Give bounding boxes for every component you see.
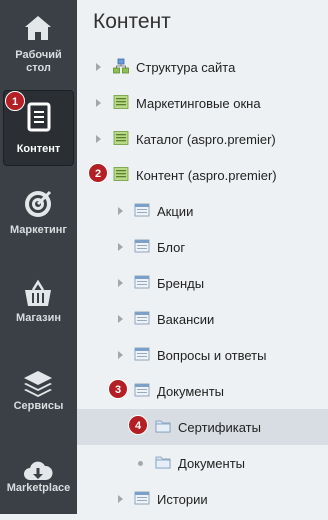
iblock-icon: [134, 239, 150, 253]
panel-title: Контент: [93, 10, 171, 33]
tree-item-vacancies[interactable]: Вакансии: [77, 301, 328, 337]
expand-arrow-icon[interactable]: [118, 315, 123, 323]
tree-item-label: Документы: [178, 456, 246, 471]
tree-item-brands[interactable]: Бренды: [77, 265, 328, 301]
tree-item-label: Бренды: [157, 276, 205, 291]
tree-item-label: Сертификаты: [178, 420, 261, 435]
site-structure-icon: [113, 58, 129, 74]
tree-item-catalog[interactable]: Каталог (aspro.premier): [77, 121, 328, 157]
step-badge-2: 2: [88, 163, 108, 183]
expand-arrow-icon[interactable]: [118, 279, 123, 287]
tree-item-label: Контент (aspro.premier): [136, 168, 277, 183]
nav-services[interactable]: Сервисы: [0, 360, 77, 432]
nav-content-label: Контент: [16, 143, 61, 155]
nav-desktop-label-line1: Рабочий: [15, 49, 62, 61]
layers-icon: [24, 371, 52, 397]
tree-item-stories[interactable]: Истории: [77, 481, 328, 517]
nav-desktop[interactable]: Рабочий стол: [0, 4, 77, 76]
expand-arrow-icon[interactable]: [96, 99, 101, 107]
tree-item-label: Каталог (aspro.premier): [136, 132, 276, 147]
nav-marketing[interactable]: Маркетинг: [0, 180, 77, 252]
module-icon: [113, 167, 129, 181]
tree-item-content-module[interactable]: Контент (aspro.premier): [77, 157, 328, 193]
nav-marketing-label: Маркетинг: [10, 224, 67, 236]
tree-item-label: Акции: [157, 204, 194, 219]
iblock-icon: [134, 203, 150, 217]
expand-arrow-icon[interactable]: [118, 495, 123, 503]
tree-item-marketing-windows[interactable]: Маркетинговые окна: [77, 85, 328, 121]
module-icon: [113, 131, 129, 145]
tree-item-label: Вопросы и ответы: [157, 348, 267, 363]
nav-shop-label: Магазин: [15, 312, 62, 324]
tree-item-blog[interactable]: Блог: [77, 229, 328, 265]
expand-arrow-icon[interactable]: [118, 207, 123, 215]
basket-icon: [25, 279, 51, 306]
tree-item-label: Вакансии: [157, 312, 215, 327]
iblock-icon: [134, 275, 150, 289]
iblock-icon: [134, 311, 150, 325]
nav-marketplace-label: Marketplace: [6, 482, 71, 494]
iblock-icon: [134, 491, 150, 505]
tree-item-label: Маркетинговые окна: [136, 96, 261, 111]
nav-shop[interactable]: Магазин: [0, 270, 77, 342]
expand-arrow-icon[interactable]: [118, 351, 123, 359]
tree-item-documents-section[interactable]: Документы: [77, 445, 328, 481]
tree-item-label: Истории: [157, 492, 208, 507]
home-icon: [25, 16, 51, 40]
tree-item-certificates[interactable]: Сертификаты: [77, 409, 328, 445]
folder-icon: [155, 456, 171, 469]
tree-item-site-structure[interactable]: Структура сайта: [77, 49, 328, 85]
iblock-icon: [134, 383, 150, 397]
tree-item-label: Структура сайта: [136, 60, 236, 75]
content-panel: Контент Структура сайта Маркетинговые ок…: [77, 0, 328, 514]
target-icon: [25, 190, 52, 217]
tree-item-label: Документы: [157, 384, 225, 399]
step-badge-1: 1: [5, 91, 25, 111]
tree-item-faq[interactable]: Вопросы и ответы: [77, 337, 328, 373]
step-badge-3: 3: [108, 379, 128, 399]
document-icon: [27, 102, 51, 132]
expand-arrow-icon[interactable]: [96, 135, 101, 143]
admin-sidebar: Рабочий стол Контент 1 Маркетинг Магазин…: [0, 0, 77, 514]
tree-item-promotions[interactable]: Акции: [77, 193, 328, 229]
nav-marketplace[interactable]: Marketplace: [0, 448, 77, 520]
leaf-dot-icon: [138, 461, 143, 466]
folder-icon: [155, 420, 171, 433]
tree-item-label: Блог: [157, 240, 186, 255]
expand-arrow-icon[interactable]: [118, 243, 123, 251]
step-badge-4: 4: [128, 415, 148, 435]
expand-arrow-icon[interactable]: [96, 63, 101, 71]
iblock-icon: [134, 347, 150, 361]
module-icon: [113, 95, 129, 109]
nav-desktop-label-line2: стол: [26, 62, 51, 74]
nav-services-label: Сервисы: [13, 400, 64, 412]
